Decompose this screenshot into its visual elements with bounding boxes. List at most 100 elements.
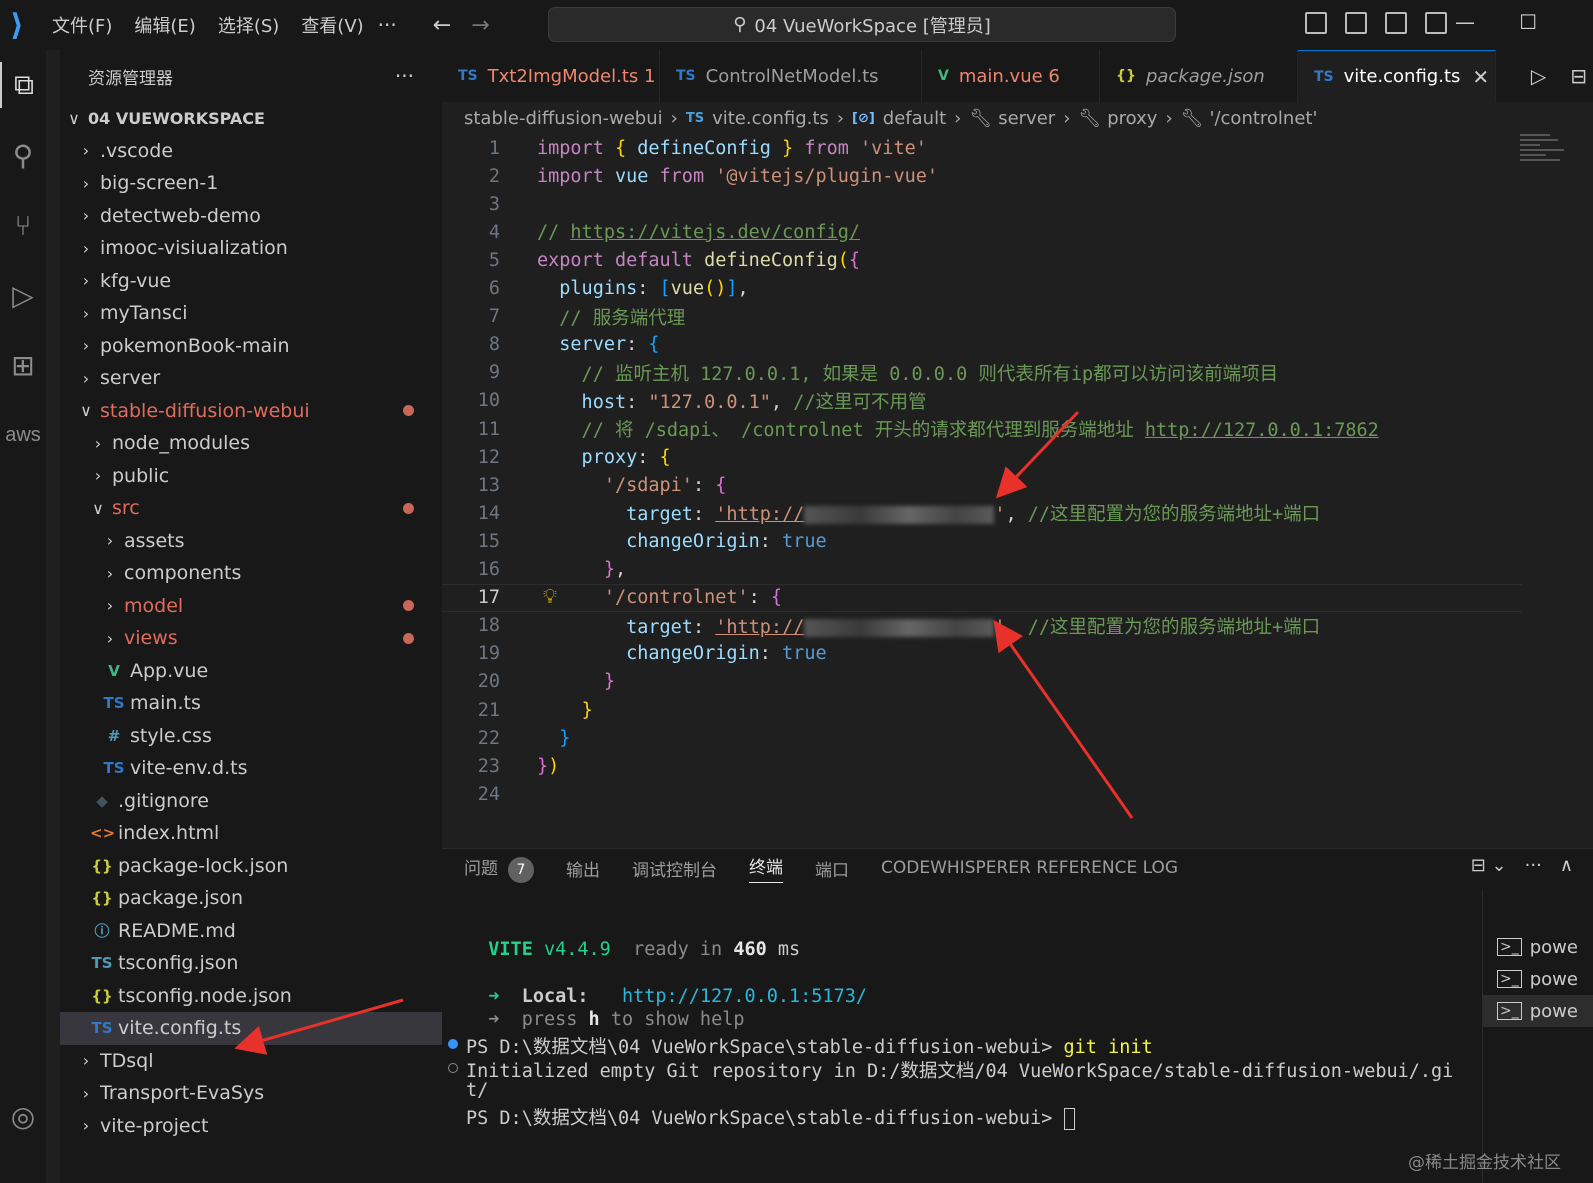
account-icon[interactable]: ◎ (0, 1093, 46, 1139)
editor-tab[interactable]: Vmain.vue 6 (922, 50, 1100, 102)
folder-item[interactable]: › server (60, 362, 442, 395)
toggle-secondary-sidebar-icon[interactable] (1385, 12, 1407, 34)
file-item[interactable]: <> index.html (60, 817, 442, 850)
folder-item[interactable]: › detectweb-demo (60, 200, 442, 233)
split-editor-icon[interactable]: ⊟ (1570, 64, 1587, 88)
code-editor[interactable]: 1 import { defineConfig } from 'vite' 2 imp… (442, 134, 1542, 844)
line-number: 12 (477, 446, 500, 468)
file-item[interactable]: TS vite-env.d.ts (60, 752, 442, 785)
folder-item[interactable]: › Transport-EvaSys (60, 1077, 442, 1110)
folder-item[interactable]: › views (60, 622, 442, 655)
panel-tab-codewhisperer[interactable]: CODEWHISPERER REFERENCE LOG (881, 858, 1178, 878)
terminal-item[interactable]: >_ powe (1483, 963, 1593, 995)
toggle-sidebar-icon[interactable] (1305, 12, 1327, 34)
back-arrow-icon[interactable]: ← (433, 13, 451, 38)
file-item[interactable]: {} package.json (60, 882, 442, 915)
breadcrumb-folder[interactable]: stable-diffusion-webui (464, 108, 663, 129)
file-item[interactable]: V App.vue (60, 655, 442, 688)
folder-item[interactable]: › kfg-vue (60, 265, 442, 298)
tree-item-label: main.ts (130, 692, 201, 715)
customize-layout-icon[interactable] (1425, 12, 1447, 34)
line-number: 22 (477, 727, 500, 749)
close-icon[interactable]: ✕ (1472, 65, 1489, 89)
forward-arrow-icon[interactable]: → (471, 13, 489, 38)
panel-more-icon[interactable]: ··· (1525, 855, 1542, 876)
panel-tab-output[interactable]: 输出 (566, 856, 600, 881)
source-control-icon[interactable]: ⑂ (0, 202, 46, 248)
chevron-right-icon: › (82, 1083, 90, 1103)
minimize-icon[interactable]: — (1455, 10, 1475, 34)
folder-item[interactable]: › big-screen-1 (60, 167, 442, 200)
file-item[interactable]: {} package-lock.json (60, 850, 442, 883)
folder-item[interactable]: › myTansci (60, 297, 442, 330)
minimap[interactable] (1520, 134, 1580, 194)
folder-item[interactable]: › node_modules (60, 427, 442, 460)
file-type-icon: ◆ (96, 791, 108, 810)
terminal-item[interactable]: >_ powe (1483, 995, 1593, 1027)
maximize-icon[interactable]: ☐ (1519, 10, 1537, 34)
folder-item[interactable]: › vite-project (60, 1110, 442, 1143)
lightbulb-icon[interactable]: 💡︎ (543, 584, 557, 608)
menu-file[interactable]: 文件(F) (44, 8, 120, 42)
file-item[interactable]: ⓘ README.md (60, 915, 442, 948)
maximize-panel-icon[interactable]: ∧ (1560, 855, 1573, 876)
file-item[interactable]: {} tsconfig.node.json (60, 980, 442, 1013)
breadcrumb-proxy[interactable]: proxy (1107, 108, 1157, 129)
breadcrumb-controlnet[interactable]: '/controlnet' (1210, 108, 1318, 129)
chevron-right-icon: › (82, 368, 90, 388)
split-terminal-icon[interactable]: ⊟ ⌄ (1471, 855, 1507, 876)
panel-tab-ports[interactable]: 端口 (815, 856, 849, 881)
menu-view[interactable]: 查看(V) (293, 8, 371, 42)
search-view-icon[interactable]: ⚲ (0, 132, 46, 178)
file-item[interactable]: TS vite.config.ts (60, 1012, 442, 1045)
toggle-panel-icon[interactable] (1345, 12, 1367, 34)
folder-item[interactable]: › .vscode (60, 135, 442, 168)
tree-item-label: App.vue (130, 659, 209, 682)
editor-tab[interactable]: {} package.json (1100, 50, 1298, 102)
panel-tab-problems[interactable]: 问题 7 (464, 854, 534, 883)
tree-item-label: pokemonBook-main (100, 334, 290, 357)
folder-item[interactable]: ∨ 04 VUEWORKSPACE (60, 102, 442, 135)
tree-item-label: vite-env.d.ts (130, 757, 248, 780)
folder-item[interactable]: ∨ src (60, 492, 442, 525)
folder-item[interactable]: ∨ stable-diffusion-webui (60, 395, 442, 428)
panel-tab-debug-console[interactable]: 调试控制台 (632, 856, 717, 881)
editor-tab[interactable]: TS ControlNetModel.ts (660, 50, 922, 102)
breadcrumb-file[interactable]: vite.config.ts (712, 108, 829, 129)
file-item[interactable]: ◆ .gitignore (60, 785, 442, 818)
folder-item[interactable]: › imooc-visiualization (60, 232, 442, 265)
code-line: 9 // 监听主机 127.0.0.1, 如果是 0.0.0.0 则代表所有ip… (442, 359, 1522, 387)
explorer-icon[interactable]: ⧉ (0, 62, 46, 108)
code-text: changeOrigin: true (537, 643, 827, 665)
breadcrumb-default[interactable]: default (883, 108, 946, 129)
breadcrumb-server[interactable]: server (998, 108, 1055, 129)
file-item[interactable]: TS tsconfig.json (60, 947, 442, 980)
aws-icon[interactable]: aws (0, 412, 46, 458)
folder-item[interactable]: › model (60, 590, 442, 623)
panel-tab-terminal[interactable]: 终端 (749, 853, 783, 883)
folder-item[interactable]: › public (60, 460, 442, 493)
run-debug-icon[interactable]: ▷ (0, 272, 46, 318)
command-center-search[interactable]: ⚲ 04 VueWorkSpace [管理员] (548, 7, 1176, 42)
code-line: 6 plugins: [vue()], (442, 275, 1522, 303)
menu-selection[interactable]: 选择(S) (210, 8, 287, 42)
run-icon[interactable]: ▷ (1531, 64, 1546, 88)
file-item[interactable]: # style.css (60, 720, 442, 753)
menu-edit[interactable]: 编辑(E) (126, 8, 203, 42)
editor-tab[interactable]: TS Txt2ImgModel.ts 1 (442, 50, 660, 102)
more-menu-icon[interactable]: ··· (378, 13, 397, 37)
folder-item[interactable]: › TDsql (60, 1045, 442, 1078)
file-item[interactable]: TS main.ts (60, 687, 442, 720)
terminal[interactable]: VITE v4.4.9 ready in 460 ms ➜ Local: htt… (442, 889, 1482, 1183)
folder-item[interactable]: › assets (60, 525, 442, 558)
folder-item[interactable]: › pokemonBook-main (60, 330, 442, 363)
explorer-more-icon[interactable]: ··· (395, 64, 414, 88)
line-number: 14 (477, 502, 500, 524)
line-number: 8 (488, 334, 500, 356)
editor-tab[interactable]: TS vite.config.ts ✕ (1298, 50, 1496, 102)
terminal-item[interactable]: >_ powe (1483, 931, 1593, 963)
line-number: 15 (477, 530, 500, 552)
folder-item[interactable]: › components (60, 557, 442, 590)
chevron-right-icon: › (82, 238, 90, 258)
extensions-icon[interactable]: ⊞ (0, 342, 46, 388)
